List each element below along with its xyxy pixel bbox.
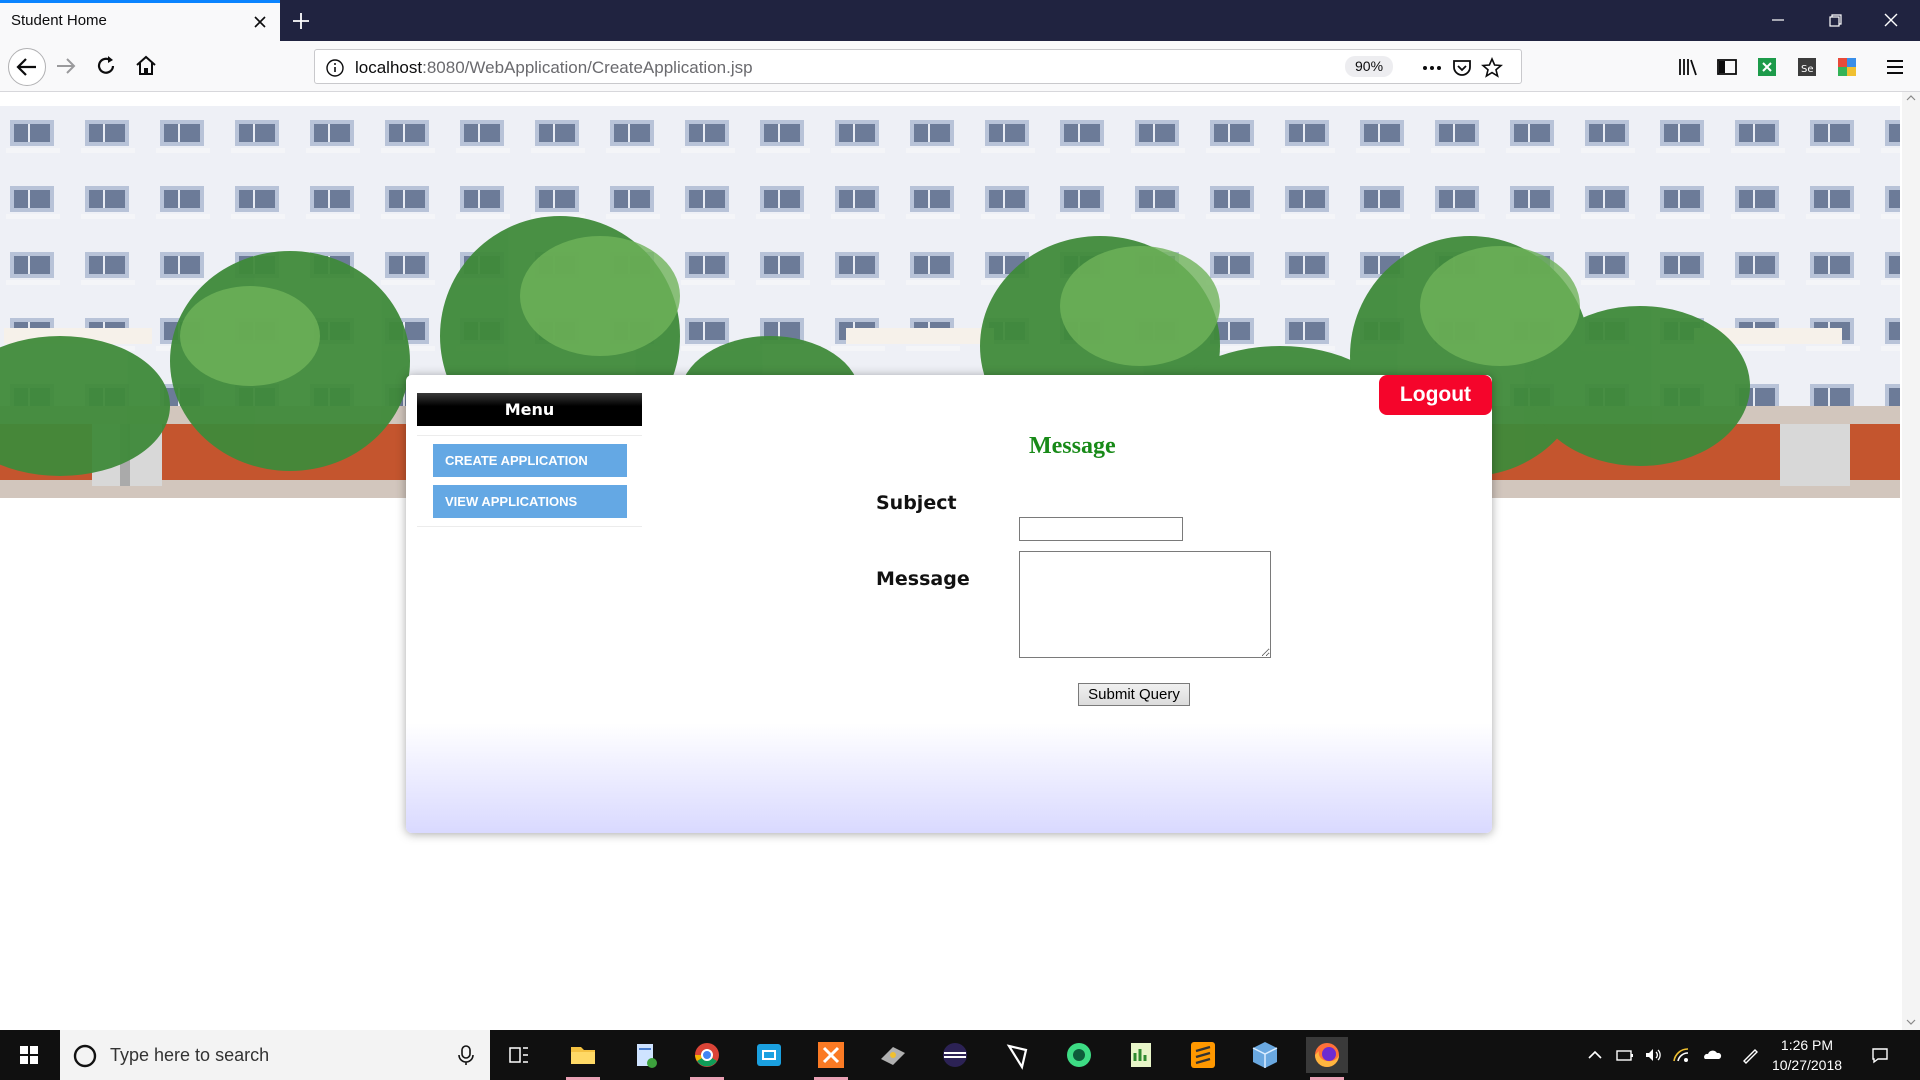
library-icon[interactable] <box>1675 54 1701 80</box>
close-window-icon[interactable] <box>1878 8 1904 32</box>
file-explorer-icon[interactable] <box>562 1037 604 1080</box>
side-menu: CREATE APPLICATION VIEW APPLICATIONS <box>417 435 642 535</box>
wifi-icon[interactable] <box>1672 1045 1692 1065</box>
battery-icon[interactable] <box>1615 1045 1635 1065</box>
page-content: Menu CREATE APPLICATION VIEW APPLICATION… <box>0 92 1920 1030</box>
message-textarea[interactable] <box>1019 551 1271 658</box>
create-application-link[interactable]: CREATE APPLICATION <box>433 444 627 477</box>
show-hidden-icons-icon[interactable] <box>1585 1045 1605 1065</box>
volume-icon[interactable] <box>1643 1045 1663 1065</box>
onedrive-icon[interactable] <box>1702 1045 1722 1065</box>
svg-text:Se: Se <box>1801 64 1814 75</box>
site-info-icon[interactable] <box>323 56 347 80</box>
box-app-icon[interactable] <box>1244 1037 1286 1073</box>
pocket-icon[interactable] <box>1450 56 1474 80</box>
hamburger-menu-icon[interactable] <box>1882 54 1908 80</box>
firefox-icon[interactable] <box>1306 1037 1348 1080</box>
menu-divider <box>417 526 642 527</box>
submit-query-button[interactable]: Submit Query <box>1078 683 1190 706</box>
minimize-icon[interactable] <box>1765 8 1791 32</box>
menu-divider <box>417 435 642 436</box>
spreadsheet-extension-icon[interactable] <box>1754 54 1780 80</box>
windows-start-icon[interactable] <box>0 1030 60 1080</box>
address-bar[interactable]: localhost:8080/WebApplication/CreateAppl… <box>314 49 1522 84</box>
sidebar-icon[interactable] <box>1714 54 1740 80</box>
page-actions-icon[interactable] <box>1420 56 1444 80</box>
home-icon[interactable] <box>130 50 162 82</box>
forward-arrow-icon[interactable] <box>50 50 82 82</box>
tab-title: Student Home <box>11 12 107 29</box>
message-label: Message <box>876 568 970 590</box>
view-applications-link[interactable]: VIEW APPLICATIONS <box>433 485 627 518</box>
url-host: localhost <box>355 58 423 77</box>
url-path: :8080/WebApplication/CreateApplication.j… <box>422 58 753 77</box>
scroll-up-icon[interactable] <box>1906 94 1916 102</box>
clock-date: 10/27/2018 <box>1771 1057 1843 1073</box>
back-button[interactable] <box>8 48 46 86</box>
tab-student-home[interactable]: Student Home <box>0 0 280 41</box>
microphone-icon[interactable] <box>456 1044 476 1066</box>
sublime-text-icon[interactable] <box>1182 1037 1224 1073</box>
unity-icon[interactable] <box>996 1037 1038 1073</box>
system-clock[interactable]: 1:26 PM 10/27/2018 <box>1762 1035 1852 1075</box>
cortana-icon <box>73 1044 97 1068</box>
scroll-down-icon[interactable] <box>1906 1018 1916 1026</box>
taskbar-search-box[interactable]: Type here to search <box>60 1030 490 1080</box>
task-view-icon[interactable] <box>498 1037 540 1073</box>
reload-icon[interactable] <box>90 50 122 82</box>
zoom-badge[interactable]: 90% <box>1345 56 1394 77</box>
action-center-icon[interactable] <box>1870 1045 1890 1065</box>
close-tab-icon[interactable] <box>250 12 270 32</box>
subject-input[interactable] <box>1019 517 1183 541</box>
subject-label: Subject <box>876 492 957 514</box>
android-studio-icon[interactable] <box>1058 1037 1100 1073</box>
back-arrow-icon <box>16 58 36 76</box>
restore-icon[interactable] <box>1822 8 1848 32</box>
dev-app-icon[interactable] <box>872 1037 914 1073</box>
notepad-app-icon[interactable] <box>624 1037 666 1073</box>
pen-workspace-icon[interactable] <box>1740 1045 1760 1065</box>
chrome-icon[interactable] <box>686 1037 728 1080</box>
remote-app-icon[interactable] <box>748 1037 790 1073</box>
clock-time: 1:26 PM <box>1780 1037 1834 1053</box>
selenium-extension-icon[interactable]: Se <box>1794 54 1820 80</box>
eclipse-icon[interactable] <box>934 1037 976 1073</box>
new-tab-icon[interactable] <box>288 9 314 33</box>
browser-tab-bar: Student Home <box>0 0 1920 41</box>
menu-heading: Menu <box>417 393 642 426</box>
palette-extension-icon[interactable] <box>1834 54 1860 80</box>
browser-nav-bar: localhost:8080/WebApplication/CreateAppl… <box>0 41 1920 92</box>
data-app-icon[interactable] <box>1120 1037 1162 1073</box>
windows-taskbar: Type here to search 1:26 PM 10/27/2018 <box>0 1030 1920 1080</box>
xampp-icon[interactable] <box>810 1037 852 1080</box>
form-title: Message <box>1029 433 1116 459</box>
logout-button[interactable]: Logout <box>1379 375 1492 415</box>
search-placeholder: Type here to search <box>110 1045 270 1065</box>
page-scrollbar[interactable] <box>1902 92 1920 1030</box>
content-panel: Menu CREATE APPLICATION VIEW APPLICATION… <box>406 375 1492 833</box>
url-text[interactable]: localhost:8080/WebApplication/CreateAppl… <box>355 58 753 78</box>
bookmark-star-icon[interactable] <box>1480 56 1504 80</box>
